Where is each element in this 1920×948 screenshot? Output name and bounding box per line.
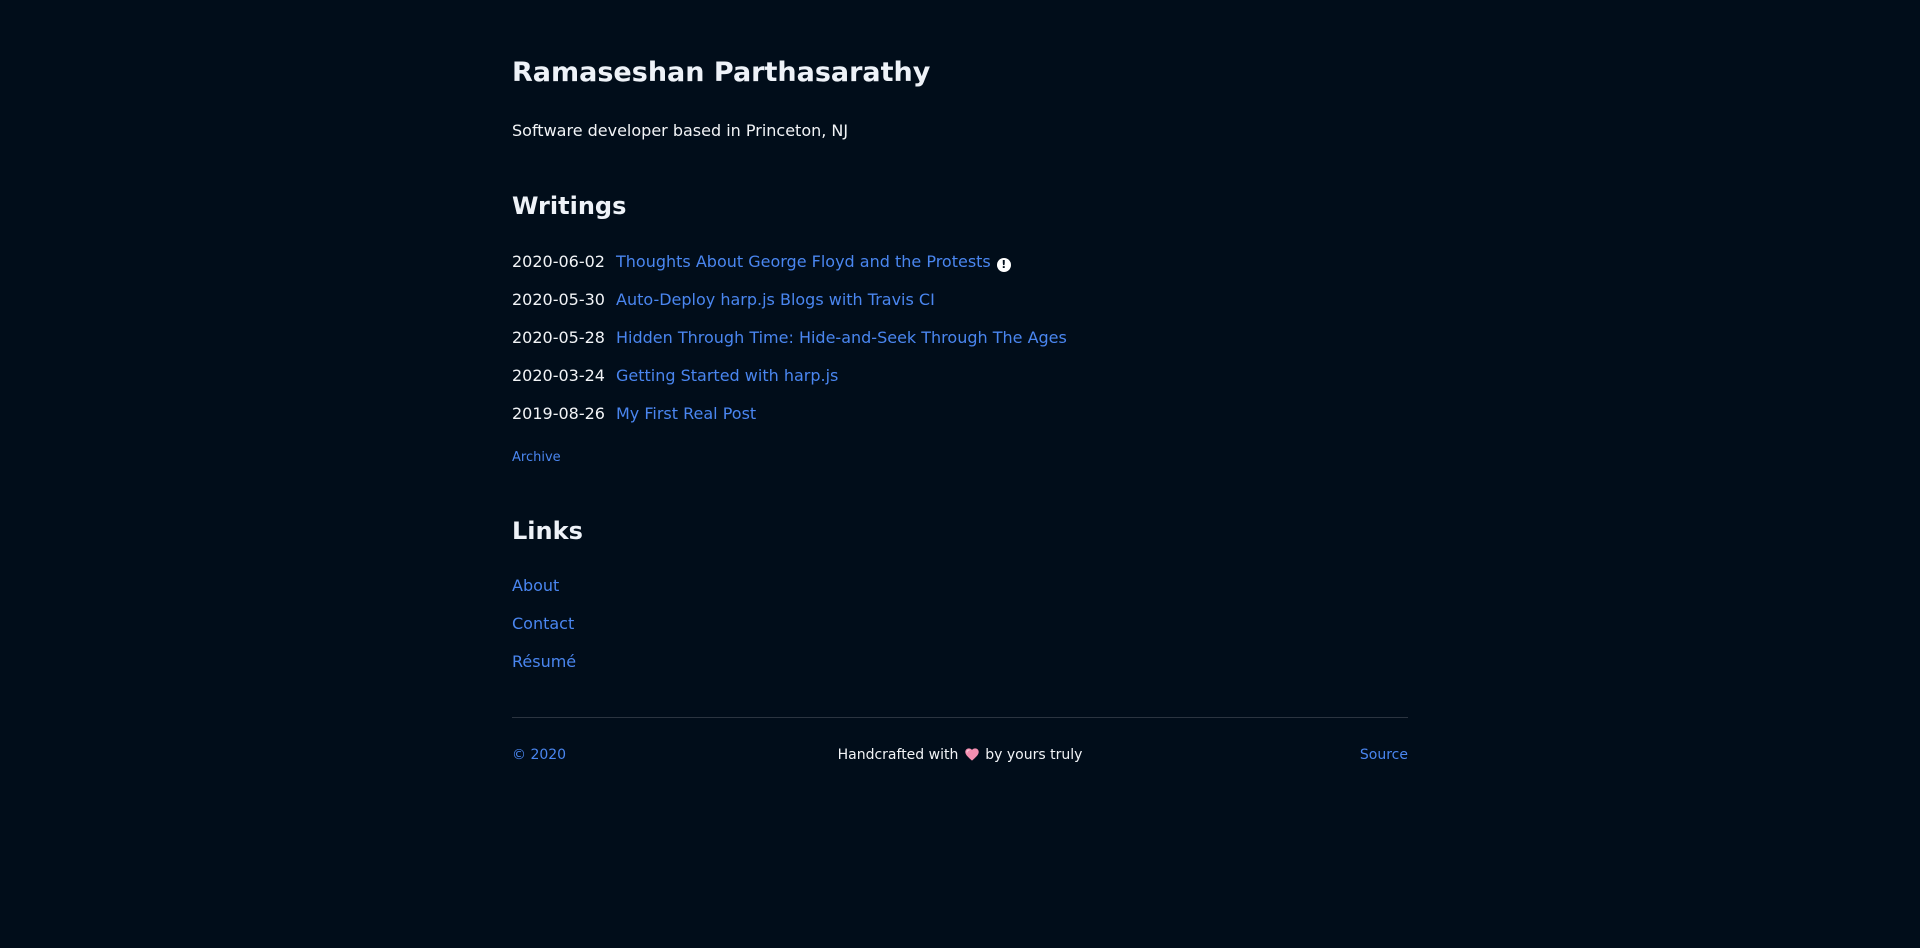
- resume-link[interactable]: Résumé: [512, 650, 576, 674]
- writings-heading: Writings: [512, 192, 627, 220]
- post-date: 2020-06-02: [512, 252, 605, 271]
- links-heading: Links: [512, 517, 583, 545]
- post-link[interactable]: Thoughts About George Floyd and the Prot…: [616, 250, 1011, 274]
- about-link[interactable]: About: [512, 574, 559, 598]
- footer-divider: [512, 717, 1408, 718]
- post-link[interactable]: Auto-Deploy harp.js Blogs with Travis CI: [616, 288, 935, 312]
- post-date: 2019-08-26: [512, 404, 605, 423]
- post-link[interactable]: My First Real Post: [616, 402, 756, 426]
- footer: © 2020 Handcrafted with by yours truly S…: [512, 745, 1408, 765]
- post-date: 2020-05-30: [512, 290, 605, 309]
- source-link[interactable]: Source: [1360, 745, 1408, 765]
- archive-link[interactable]: Archive: [512, 449, 561, 467]
- heart-icon: [965, 748, 979, 761]
- credit-text-before: Handcrafted with: [837, 747, 959, 763]
- site-tagline: Software developer based in Princeton, N…: [512, 121, 849, 140]
- post-link[interactable]: Hidden Through Time: Hide-and-Seek Throu…: [616, 326, 1067, 350]
- post-date: 2020-03-24: [512, 366, 605, 385]
- post-link[interactable]: Getting Started with harp.js: [616, 364, 838, 388]
- post-title: Thoughts About George Floyd and the Prot…: [616, 252, 991, 271]
- footer-credit: Handcrafted with by yours truly: [512, 745, 1408, 765]
- alert-icon: !: [996, 258, 1011, 272]
- credit-text-after: by yours truly: [985, 747, 1083, 763]
- post-date: 2020-05-28: [512, 328, 605, 347]
- contact-link[interactable]: Contact: [512, 612, 574, 636]
- site-title: Ramaseshan Parthasarathy: [512, 57, 931, 88]
